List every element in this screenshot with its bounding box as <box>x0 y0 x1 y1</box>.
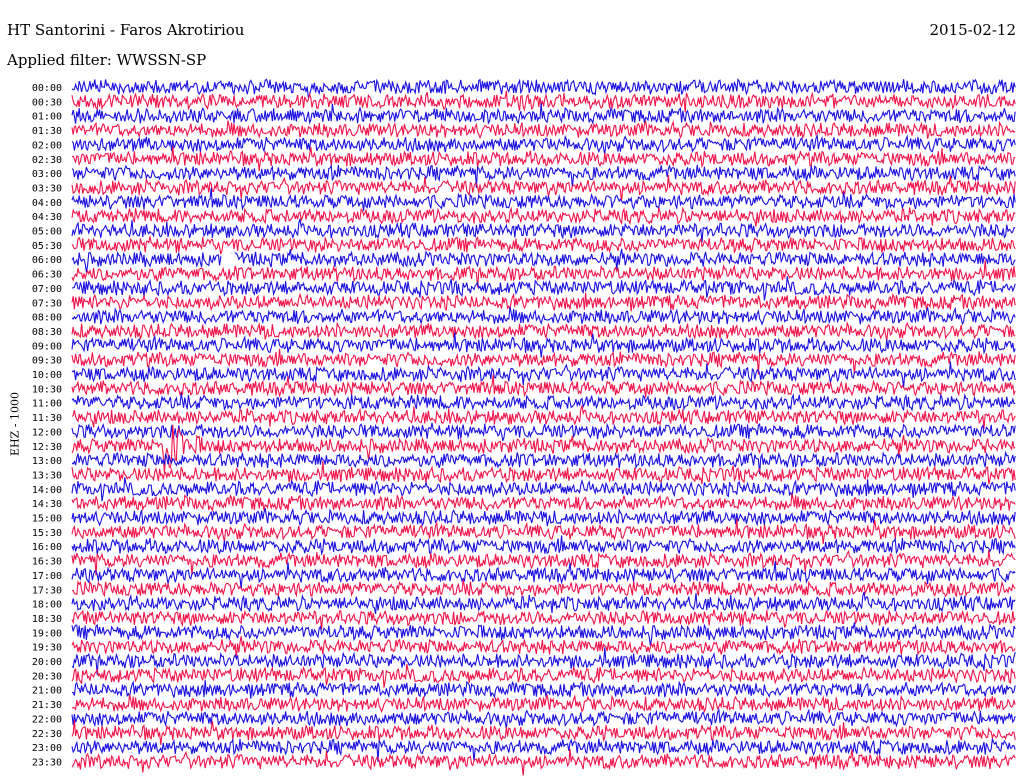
trace-1130 <box>71 405 1016 429</box>
trace-1800 <box>71 591 1016 615</box>
trace-1900 <box>71 622 1016 646</box>
time-label: 23:00 <box>32 743 62 754</box>
time-label: 08:30 <box>32 327 62 338</box>
data-gap <box>221 253 236 268</box>
time-label: 02:30 <box>32 155 62 166</box>
time-label: 17:00 <box>32 571 62 582</box>
trace-2330 <box>71 748 1016 776</box>
trace-0130 <box>71 120 1016 140</box>
trace-0230 <box>71 145 1016 171</box>
time-label: 19:30 <box>32 643 62 654</box>
trace-0030 <box>71 90 1016 113</box>
time-label: 16:00 <box>32 542 62 553</box>
trace-1030 <box>71 374 1016 398</box>
time-label: 22:30 <box>32 729 62 740</box>
trace-0200 <box>71 133 1016 155</box>
time-label: 15:30 <box>32 528 62 539</box>
trace-1830 <box>71 609 1016 630</box>
trace-2030 <box>71 663 1016 688</box>
time-labels-group: 00:00 00:30 01:00 01:30 02:00 02:30 03:00 03:30… <box>32 83 62 768</box>
time-label: 11:00 <box>32 399 62 410</box>
time-label: 03:30 <box>32 183 62 194</box>
trace-1600 <box>71 535 1016 556</box>
trace-0800 <box>71 306 1016 326</box>
trace-0830 <box>71 321 1016 342</box>
time-label: 04:00 <box>32 198 62 209</box>
time-label: 01:30 <box>32 126 62 137</box>
time-label: 08:00 <box>32 313 62 324</box>
time-label: 11:30 <box>32 413 62 424</box>
time-label: 10:30 <box>32 384 62 395</box>
time-label: 15:00 <box>32 514 62 525</box>
time-label: 14:00 <box>32 485 62 496</box>
trace-1100 <box>71 392 1016 412</box>
seismogram-plot: 00:00 00:30 01:00 01:30 02:00 02:30 03:00 03:30… <box>32 77 1016 776</box>
time-label: 12:00 <box>32 427 62 438</box>
time-label: 05:30 <box>32 241 62 252</box>
trace-1200 <box>71 422 1016 442</box>
trace-2130 <box>71 694 1016 714</box>
time-label: 22:00 <box>32 714 62 725</box>
time-label: 12:30 <box>32 442 62 453</box>
time-label: 05:00 <box>32 227 62 238</box>
trace-1430 <box>71 493 1016 513</box>
time-label: 01:00 <box>32 112 62 123</box>
time-label: 00:30 <box>32 97 62 108</box>
time-label: 00:00 <box>32 83 62 94</box>
time-label: 06:30 <box>32 270 62 281</box>
time-label: 18:30 <box>32 614 62 625</box>
time-label: 07:00 <box>32 284 62 295</box>
time-label: 19:00 <box>32 628 62 639</box>
time-label: 06:00 <box>32 255 62 266</box>
time-label: 09:00 <box>32 341 62 352</box>
trace-0530 <box>71 236 1016 255</box>
time-label: 14:30 <box>32 499 62 510</box>
trace-1500 <box>71 507 1016 527</box>
time-label: 09:30 <box>32 356 62 367</box>
time-label: 18:00 <box>32 600 62 611</box>
traces-group <box>71 77 1016 776</box>
trace-0600 <box>71 248 1016 273</box>
trace-2300 <box>71 738 1016 762</box>
time-label: 03:00 <box>32 169 62 180</box>
time-label: 13:00 <box>32 456 62 467</box>
trace-1400 <box>71 477 1016 502</box>
time-label: 10:00 <box>32 370 62 381</box>
time-label: 07:30 <box>32 298 62 309</box>
trace-0500 <box>71 218 1016 243</box>
time-label: 04:30 <box>32 212 62 223</box>
time-label: 20:30 <box>32 671 62 682</box>
time-label: 21:30 <box>32 700 62 711</box>
time-label: 23:30 <box>32 757 62 768</box>
trace-0430 <box>71 206 1016 227</box>
trace-0730 <box>71 292 1016 312</box>
time-label: 13:30 <box>32 470 62 481</box>
time-label: 21:00 <box>32 686 62 697</box>
time-label: 16:30 <box>32 557 62 568</box>
time-label: 02:00 <box>32 140 62 151</box>
time-label: 20:00 <box>32 657 62 668</box>
trace-1730 <box>71 579 1016 598</box>
trace-2100 <box>71 680 1016 700</box>
time-label: 17:30 <box>32 585 62 596</box>
trace-1300 <box>71 450 1016 475</box>
